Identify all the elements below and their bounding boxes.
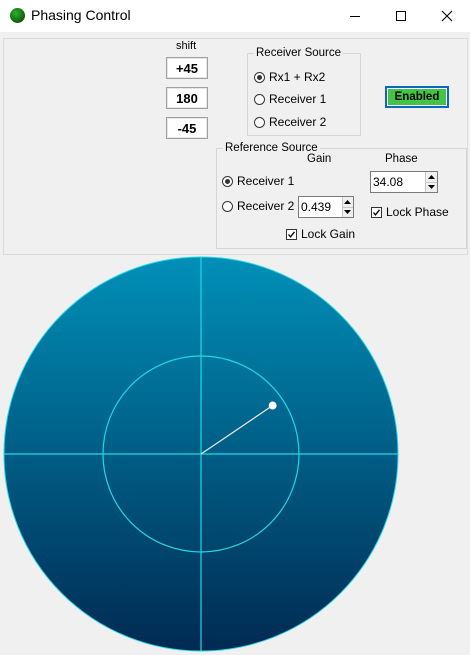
arrow-up-icon xyxy=(428,174,436,179)
minimize-button[interactable] xyxy=(332,0,378,32)
radio-receiver-2[interactable]: Receiver 2 xyxy=(254,115,326,129)
gain-up-button[interactable] xyxy=(342,197,353,207)
arrow-down-icon xyxy=(344,210,352,215)
phase-spinbox[interactable] xyxy=(370,171,438,193)
gain-label: Gain xyxy=(307,153,332,165)
radio-receiver-1[interactable]: Receiver 1 xyxy=(254,92,326,106)
arrow-down-icon xyxy=(428,185,436,190)
receiver-source-legend: Receiver Source xyxy=(256,47,342,59)
phase-down-button[interactable] xyxy=(426,181,437,192)
reference-source-legend: Reference Source xyxy=(225,142,318,154)
enabled-toggle-button[interactable]: Enabled xyxy=(385,86,449,108)
radio-unselected-icon xyxy=(254,93,265,105)
lock-phase-label: Lock Phase xyxy=(386,205,449,219)
gain-down-button[interactable] xyxy=(342,206,353,217)
lock-gain-label: Lock Gain xyxy=(301,227,356,241)
close-button[interactable] xyxy=(424,0,470,32)
phase-vector-handle[interactable] xyxy=(268,401,277,410)
title-bar: Phasing Control xyxy=(0,0,470,32)
lock-phase-checkbox[interactable]: Lock Phase xyxy=(371,205,449,219)
phase-scope[interactable] xyxy=(0,256,470,655)
radio-label: Receiver 2 xyxy=(237,199,295,213)
checkmark-icon xyxy=(373,208,381,216)
radio-unselected-icon xyxy=(254,116,265,128)
arrow-up-icon xyxy=(344,199,352,204)
window-title: Phasing Control xyxy=(31,7,131,23)
radio-label: Receiver 1 xyxy=(237,174,295,188)
phase-label: Phase xyxy=(385,153,418,165)
checkbox-icon xyxy=(286,228,297,240)
gain-spin-arrows xyxy=(341,197,353,217)
shift-minus45-button[interactable]: -45 xyxy=(166,117,208,139)
radio-selected-icon xyxy=(222,175,233,187)
shift-label: shift xyxy=(176,40,197,52)
radio-rx1-rx2[interactable]: Rx1 + Rx2 xyxy=(254,70,325,84)
gain-input[interactable] xyxy=(299,197,342,217)
minimize-icon xyxy=(350,16,360,17)
phase-input[interactable] xyxy=(371,172,426,192)
close-icon xyxy=(441,10,453,22)
lock-gain-checkbox[interactable]: Lock Gain xyxy=(286,227,355,241)
maximize-button[interactable] xyxy=(378,0,424,32)
radio-label: Rx1 + Rx2 xyxy=(269,70,326,84)
checkmark-icon xyxy=(288,230,296,238)
radio-label: Receiver 2 xyxy=(269,115,327,129)
checkbox-icon xyxy=(371,206,382,218)
shift-plus45-button[interactable]: +45 xyxy=(166,57,208,79)
gain-spinbox[interactable] xyxy=(298,196,354,218)
enabled-label: Enabled xyxy=(388,89,446,105)
phase-up-button[interactable] xyxy=(426,172,437,182)
ref-radio-receiver-1[interactable]: Receiver 1 xyxy=(222,174,294,188)
radio-selected-icon xyxy=(254,71,265,83)
phase-spin-arrows xyxy=(425,172,437,192)
maximize-icon xyxy=(396,11,406,21)
ref-radio-receiver-2[interactable]: Receiver 2 xyxy=(222,199,294,213)
radio-unselected-icon xyxy=(222,200,233,212)
radio-label: Receiver 1 xyxy=(269,92,327,106)
shift-180-button[interactable]: 180 xyxy=(166,87,208,109)
app-icon xyxy=(10,8,25,23)
